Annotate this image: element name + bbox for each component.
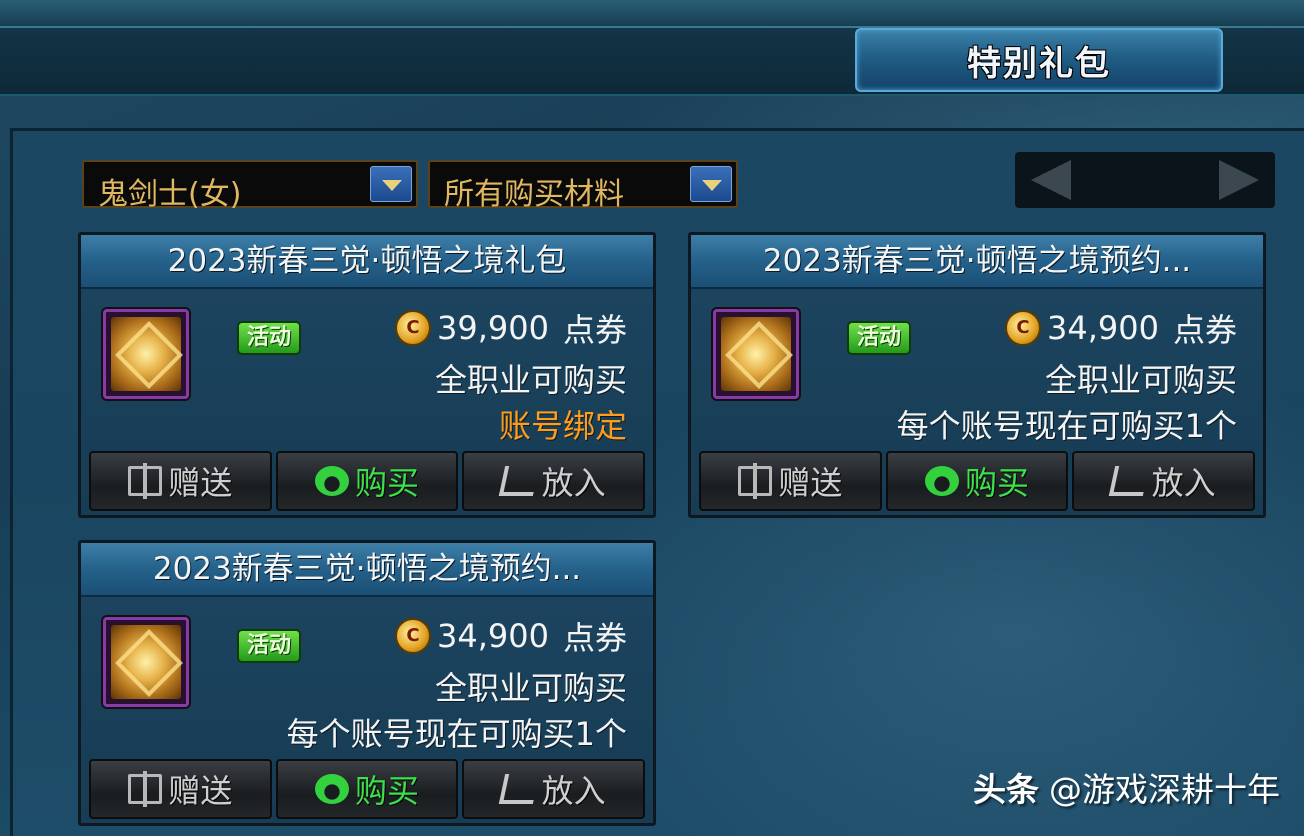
chevron-down-icon[interactable] [690, 166, 732, 202]
add-to-cart-button[interactable]: 放入 [1072, 451, 1256, 511]
buy-label: 购买 [355, 464, 420, 502]
item-icon[interactable] [103, 617, 189, 707]
coupon-icon: C [395, 310, 432, 346]
gift-button[interactable]: 赠送 [699, 451, 882, 511]
item-price: C 34,900 点券 [1005, 305, 1237, 351]
cart-icon [1108, 466, 1149, 496]
item-icon[interactable] [713, 309, 799, 399]
gem-icon [111, 625, 181, 699]
gift-button[interactable]: 赠送 [89, 451, 272, 511]
character-dropdown-value: 鬼剑士(女) [98, 177, 242, 212]
buy-button[interactable]: 购买 [885, 451, 1069, 511]
gift-button[interactable]: 赠送 [89, 759, 272, 819]
gift-icon [128, 771, 163, 807]
watermark-brand: 头条 [973, 770, 1039, 809]
next-page-icon[interactable] [1219, 160, 1259, 200]
cart-label: 放入 [541, 464, 606, 502]
character-dropdown[interactable]: 鬼剑士(女) [82, 160, 418, 212]
item-purchase-limit: 每个账号现在可购买1个 [286, 715, 627, 753]
item-binding: 账号绑定 [498, 407, 627, 445]
price-currency: 点券 [1172, 311, 1237, 349]
item-title: 2023新春三觉·顿悟之境预约... [691, 235, 1263, 289]
price-value: 34,900 [437, 617, 549, 655]
material-dropdown[interactable]: 所有购买材料 [428, 160, 738, 212]
gem-icon [111, 317, 181, 391]
gem-icon [721, 317, 791, 391]
item-actions: 赠送 购买 放入 [699, 451, 1256, 511]
cart-icon [498, 466, 539, 496]
buy-button[interactable]: 购买 [275, 759, 459, 819]
buy-icon [315, 774, 349, 804]
item-price: C 39,900 点券 [395, 305, 627, 351]
buy-icon [315, 466, 349, 496]
item-icon[interactable] [103, 309, 189, 399]
item-title: 2023新春三觉·顿悟之境预约... [81, 543, 653, 597]
watermark-handle: @游戏深耕十年 [1049, 770, 1280, 809]
material-dropdown-value: 所有购买材料 [444, 177, 624, 212]
gift-label: 赠送 [168, 772, 233, 810]
item-availability: 全职业可购买 [1044, 361, 1237, 399]
add-to-cart-button[interactable]: 放入 [462, 451, 646, 511]
item-actions: 赠送 购买 放入 [89, 759, 646, 819]
item-price: C 34,900 点券 [395, 613, 627, 659]
price-value: 39,900 [437, 309, 549, 347]
cart-label: 放入 [541, 772, 606, 810]
event-badge: 活动 [847, 321, 911, 355]
price-value: 34,900 [1047, 309, 1159, 347]
gift-label: 赠送 [168, 464, 233, 502]
gift-icon [128, 463, 163, 499]
item-purchase-limit: 每个账号现在可购买1个 [896, 407, 1237, 445]
top-bar: 特别礼包 [0, 0, 1304, 96]
item-title: 2023新春三觉·顿悟之境礼包 [81, 235, 653, 289]
buy-label: 购买 [965, 464, 1030, 502]
event-badge: 活动 [237, 629, 301, 663]
item-card: 2023新春三觉·顿悟之境礼包 活动 C 39,900 点券 全职业可购买 账号… [78, 232, 656, 518]
item-availability: 全职业可购买 [434, 361, 627, 399]
buy-label: 购买 [355, 772, 420, 810]
prev-page-icon[interactable] [1031, 160, 1071, 200]
coupon-icon: C [1005, 310, 1042, 346]
gift-icon [738, 463, 773, 499]
coupon-icon: C [395, 618, 432, 654]
price-currency: 点券 [562, 311, 627, 349]
chevron-down-icon[interactable] [370, 166, 412, 202]
buy-icon [925, 466, 959, 496]
tab-special-package[interactable]: 特别礼包 [855, 28, 1223, 92]
item-actions: 赠送 购买 放入 [89, 451, 646, 511]
item-card: 2023新春三觉·顿悟之境预约... 活动 C 34,900 点券 全职业可购买… [78, 540, 656, 826]
watermark: 头条 @游戏深耕十年 [973, 763, 1280, 811]
add-to-cart-button[interactable]: 放入 [462, 759, 646, 819]
price-currency: 点券 [562, 619, 627, 657]
event-badge: 活动 [237, 321, 301, 355]
item-card: 2023新春三觉·顿悟之境预约... 活动 C 34,900 点券 全职业可购买… [688, 232, 1266, 518]
cart-label: 放入 [1151, 464, 1216, 502]
item-availability: 全职业可购买 [434, 669, 627, 707]
gift-label: 赠送 [778, 464, 843, 502]
page-navigator [1015, 152, 1275, 208]
cart-icon [498, 774, 539, 804]
buy-button[interactable]: 购买 [275, 451, 459, 511]
